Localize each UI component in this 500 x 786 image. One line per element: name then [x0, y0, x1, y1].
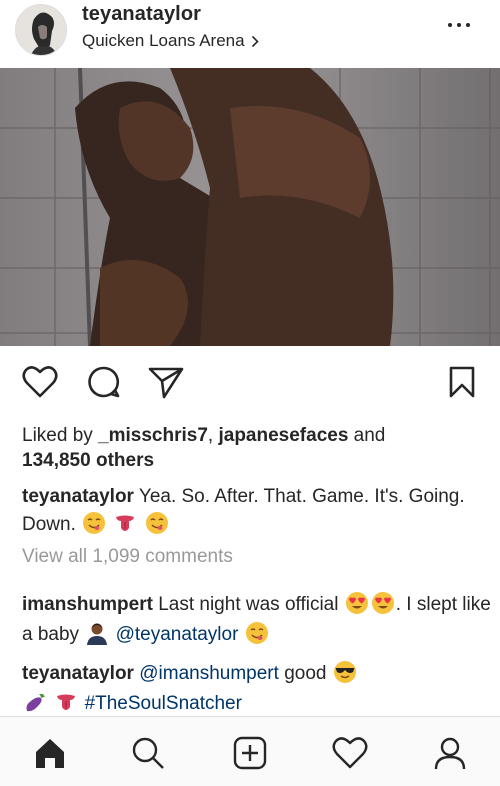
nav-search-button[interactable]: [130, 735, 166, 771]
liker-username[interactable]: japanesefaces: [218, 425, 348, 446]
comment-mention[interactable]: @teyanataylor: [116, 624, 239, 645]
comment-bubble-icon[interactable]: [87, 365, 121, 399]
post-photo[interactable]: [0, 68, 500, 346]
profile-avatar[interactable]: [15, 4, 67, 56]
heart-outline-icon[interactable]: [22, 365, 58, 399]
liker-username[interactable]: _misschris7: [98, 425, 208, 446]
heart-eyes-emoji-icon: [371, 592, 394, 614]
comment-username[interactable]: teyanataylor: [22, 663, 134, 684]
bookmark-icon[interactable]: [448, 365, 476, 399]
yum-face-emoji-icon: [83, 512, 106, 534]
comment-hashtag[interactable]: #TheSoulSnatcher: [85, 693, 242, 714]
heart-eyes-emoji-icon: [345, 592, 368, 614]
post-username[interactable]: teyanataylor: [82, 3, 201, 26]
yum-face-emoji-icon: [145, 512, 168, 534]
comment-username[interactable]: imanshumpert: [22, 594, 153, 615]
paper-plane-icon[interactable]: [148, 365, 184, 399]
search-icon: [132, 737, 164, 769]
home-icon: [36, 739, 64, 768]
tongue-emoji-icon: [116, 515, 135, 531]
post-action-bar: [0, 358, 500, 404]
chevron-right-icon: [251, 35, 259, 47]
eggplant-emoji-icon: [26, 694, 45, 712]
likes-prefix: Liked by: [22, 425, 99, 446]
comment: imanshumpert Last night was official . I…: [22, 590, 494, 650]
more-options-icon[interactable]: [448, 16, 470, 34]
sunglasses-emoji-icon: [333, 661, 356, 683]
view-all-comments-link[interactable]: View all 1,099 comments: [22, 546, 233, 568]
location-label[interactable]: Quicken Loans Arena: [82, 31, 245, 51]
person-emoji-icon: [87, 623, 108, 645]
nav-activity-button[interactable]: [332, 735, 368, 771]
likes-summary: Liked by _misschris7, japanesefaces and …: [22, 423, 492, 473]
post-image: [0, 68, 500, 346]
comment-text: good: [284, 663, 327, 684]
post-caption: teyanataylor Yea. So. After. That. Game.…: [22, 483, 492, 539]
likes-and-text: and: [348, 425, 386, 446]
bottom-nav-bar: [0, 716, 500, 786]
likes-separator: ,: [207, 425, 219, 446]
yum-face-emoji-icon: [245, 622, 268, 644]
comment-mention[interactable]: @imanshumpert: [139, 663, 279, 684]
comment-text: Last night was official: [158, 594, 339, 615]
avatar-illustration-icon: [16, 5, 66, 55]
heart-outline-icon: [332, 737, 368, 769]
profile-icon: [434, 737, 466, 770]
add-post-icon: [233, 736, 267, 770]
nav-home-button[interactable]: [32, 735, 68, 771]
nav-add-post-button[interactable]: [232, 735, 268, 771]
comment: teyanataylor @imanshumpert good #TheSoul…: [22, 659, 494, 719]
likes-count[interactable]: 134,850 others: [22, 450, 154, 471]
tongue-emoji-icon: [57, 694, 76, 710]
post-header: teyanataylor Quicken Loans Arena: [0, 0, 500, 68]
nav-profile-button[interactable]: [432, 735, 468, 771]
post-location[interactable]: Quicken Loans Arena: [82, 31, 259, 51]
caption-username[interactable]: teyanataylor: [22, 486, 134, 507]
